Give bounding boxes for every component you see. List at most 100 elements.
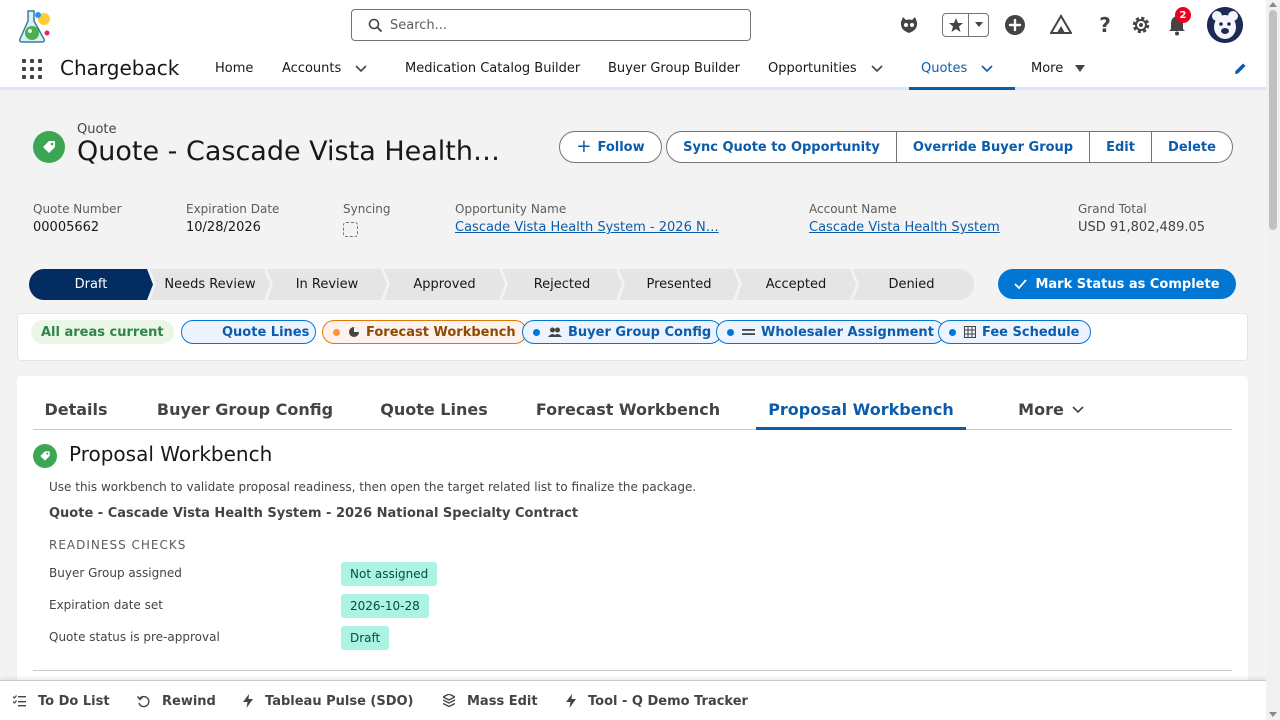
delete-button[interactable]: Delete xyxy=(1152,131,1233,163)
search-input[interactable] xyxy=(390,17,730,33)
check-status-buyer-group: Not assigned xyxy=(341,562,438,586)
path-step-approved[interactable]: Approved xyxy=(384,269,505,300)
nav-item-medication-catalog-builder[interactable]: Medication Catalog Builder xyxy=(405,50,580,87)
einstein-icon[interactable] xyxy=(896,12,922,38)
mark-status-complete-button[interactable]: Mark Status as Complete xyxy=(998,269,1236,299)
area-status-bar: All areas current Quote Lines Forecast W… xyxy=(17,313,1248,361)
nav-item-quotes[interactable]: Quotes xyxy=(909,50,1015,90)
field-syncing: Syncing xyxy=(343,202,390,237)
user-avatar[interactable] xyxy=(1207,7,1243,43)
checklist-icon xyxy=(13,695,26,707)
tab-proposal-workbench[interactable]: Proposal Workbench xyxy=(756,390,966,430)
search-icon xyxy=(368,18,382,32)
status-dot xyxy=(333,328,340,336)
trailhead-icon[interactable] xyxy=(1048,12,1074,38)
check-status-expiration: 2026-10-28 xyxy=(341,594,429,618)
path-step-draft[interactable]: Draft xyxy=(29,269,153,300)
check-label-expiration: Expiration date set xyxy=(49,598,163,612)
field-grand-total: Grand Total USD 91,802,489.05 xyxy=(1078,202,1206,235)
utility-bar: To Do List Rewind Tableau Pulse (SDO) Ma… xyxy=(0,680,1266,720)
area-chip-wholesaler-assignment[interactable]: Wholesaler Assignment xyxy=(716,320,945,344)
setup-gear-icon[interactable] xyxy=(1128,12,1154,38)
status-path: Draft Needs Review In Review Approved Re… xyxy=(29,269,974,300)
workbench-description: Use this workbench to validate proposal … xyxy=(49,480,697,494)
area-chip-quote-lines[interactable]: Quote Lines xyxy=(181,320,316,344)
nav-item-accounts[interactable]: Accounts xyxy=(282,50,367,87)
nav-item-buyer-group-builder[interactable]: Buyer Group Builder xyxy=(608,50,740,87)
favorites-star-icon[interactable] xyxy=(943,14,969,36)
path-step-denied[interactable]: Denied xyxy=(853,269,970,300)
favorites-group xyxy=(942,13,989,37)
area-chip-forecast-workbench[interactable]: Forecast Workbench xyxy=(322,320,527,344)
utility-tableau-pulse[interactable]: Tableau Pulse (SDO) xyxy=(243,681,414,720)
notification-count-badge: 2 xyxy=(1175,7,1191,23)
account-link[interactable]: Cascade Vista Health System xyxy=(809,220,1000,235)
status-dot xyxy=(727,328,734,336)
favorites-caret-icon[interactable] xyxy=(969,21,988,29)
edit-button[interactable]: Edit xyxy=(1090,131,1152,163)
workbench-title: Proposal Workbench xyxy=(69,442,273,466)
readiness-checks-heading: READINESS CHECKS xyxy=(49,538,187,552)
checkmark-icon xyxy=(1014,279,1028,289)
path-step-accepted[interactable]: Accepted xyxy=(736,269,856,300)
utility-q-demo-tracker[interactable]: Tool - Q Demo Tracker xyxy=(566,681,748,720)
layers-icon xyxy=(443,694,455,708)
nav-item-more[interactable]: More xyxy=(1031,50,1086,87)
table-icon xyxy=(964,326,976,338)
chevron-down-icon xyxy=(1072,406,1084,414)
people-icon xyxy=(548,327,562,337)
global-search[interactable] xyxy=(351,9,751,41)
rewind-icon xyxy=(137,695,150,707)
opportunity-link[interactable]: Cascade Vista Health System - 2026 N… xyxy=(455,220,719,235)
path-step-in-review[interactable]: In Review xyxy=(267,269,387,300)
chevron-down-icon[interactable] xyxy=(981,64,993,73)
chevron-down-icon[interactable] xyxy=(355,64,367,73)
caret-down-icon[interactable] xyxy=(1075,65,1086,72)
area-chip-fee-schedule[interactable]: Fee Schedule xyxy=(938,320,1091,344)
utility-rewind[interactable]: Rewind xyxy=(137,681,216,720)
override-buyer-group-button[interactable]: Override Buyer Group xyxy=(897,131,1090,163)
record-type-label: Quote xyxy=(77,122,117,137)
help-icon[interactable]: ? xyxy=(1092,12,1118,38)
global-add-icon[interactable] xyxy=(1002,12,1028,38)
field-opportunity-name: Opportunity Name Cascade Vista Health Sy… xyxy=(455,202,719,235)
nav-item-opportunities[interactable]: Opportunities xyxy=(768,50,883,87)
section-divider xyxy=(33,670,1232,671)
sync-quote-button[interactable]: Sync Quote to Opportunity xyxy=(666,131,897,163)
status-dot xyxy=(533,328,540,336)
scrollbar-thumb[interactable] xyxy=(1269,10,1277,230)
app-logo-icon[interactable] xyxy=(16,7,54,45)
path-step-rejected[interactable]: Rejected xyxy=(502,269,622,300)
follow-button[interactable]: + Follow xyxy=(559,131,662,163)
check-label-buyer-group: Buyer Group assigned xyxy=(49,566,182,580)
tab-details[interactable]: Details xyxy=(33,390,119,430)
path-step-presented[interactable]: Presented xyxy=(619,269,739,300)
lines-icon xyxy=(742,329,755,335)
tab-quote-lines[interactable]: Quote Lines xyxy=(375,390,493,430)
app-launcher-icon[interactable] xyxy=(22,59,42,79)
nav-item-home[interactable]: Home xyxy=(215,50,253,87)
utility-to-do-list[interactable]: To Do List xyxy=(13,681,110,720)
svg-text:?: ? xyxy=(1099,14,1111,36)
status-dot xyxy=(949,328,956,336)
workbench-quote-name: Quote - Cascade Vista Health System - 20… xyxy=(49,506,579,521)
chevron-down-icon[interactable] xyxy=(871,64,883,73)
all-areas-current-badge: All areas current xyxy=(31,320,174,344)
tab-buyer-group-config[interactable]: Buyer Group Config xyxy=(149,390,341,430)
edit-nav-pencil-icon[interactable] xyxy=(1233,62,1247,76)
area-chip-buyer-group-config[interactable]: Buyer Group Config xyxy=(522,320,723,344)
path-step-needs-review[interactable]: Needs Review xyxy=(150,269,270,300)
app-navigation-bar: Chargeback Home Accounts Medication Cata… xyxy=(0,50,1280,90)
bolt-icon xyxy=(566,694,576,708)
global-header: ? 2 xyxy=(0,0,1280,50)
utility-mass-edit[interactable]: Mass Edit xyxy=(443,681,538,720)
field-quote-number: Quote Number 00005662 xyxy=(33,202,122,235)
check-status-quote-status: Draft xyxy=(341,626,390,650)
scroll-up-arrow-icon[interactable] xyxy=(1269,2,1277,7)
tab-forecast-workbench[interactable]: Forecast Workbench xyxy=(526,390,730,430)
record-tabset: Details Buyer Group Config Quote Lines F… xyxy=(33,390,1232,430)
page-scrollbar[interactable] xyxy=(1266,0,1280,720)
scroll-down-arrow-icon[interactable] xyxy=(1269,712,1277,717)
record-tabs-card: Details Buyer Group Config Quote Lines F… xyxy=(17,376,1248,706)
tab-more[interactable]: More xyxy=(1001,390,1101,430)
